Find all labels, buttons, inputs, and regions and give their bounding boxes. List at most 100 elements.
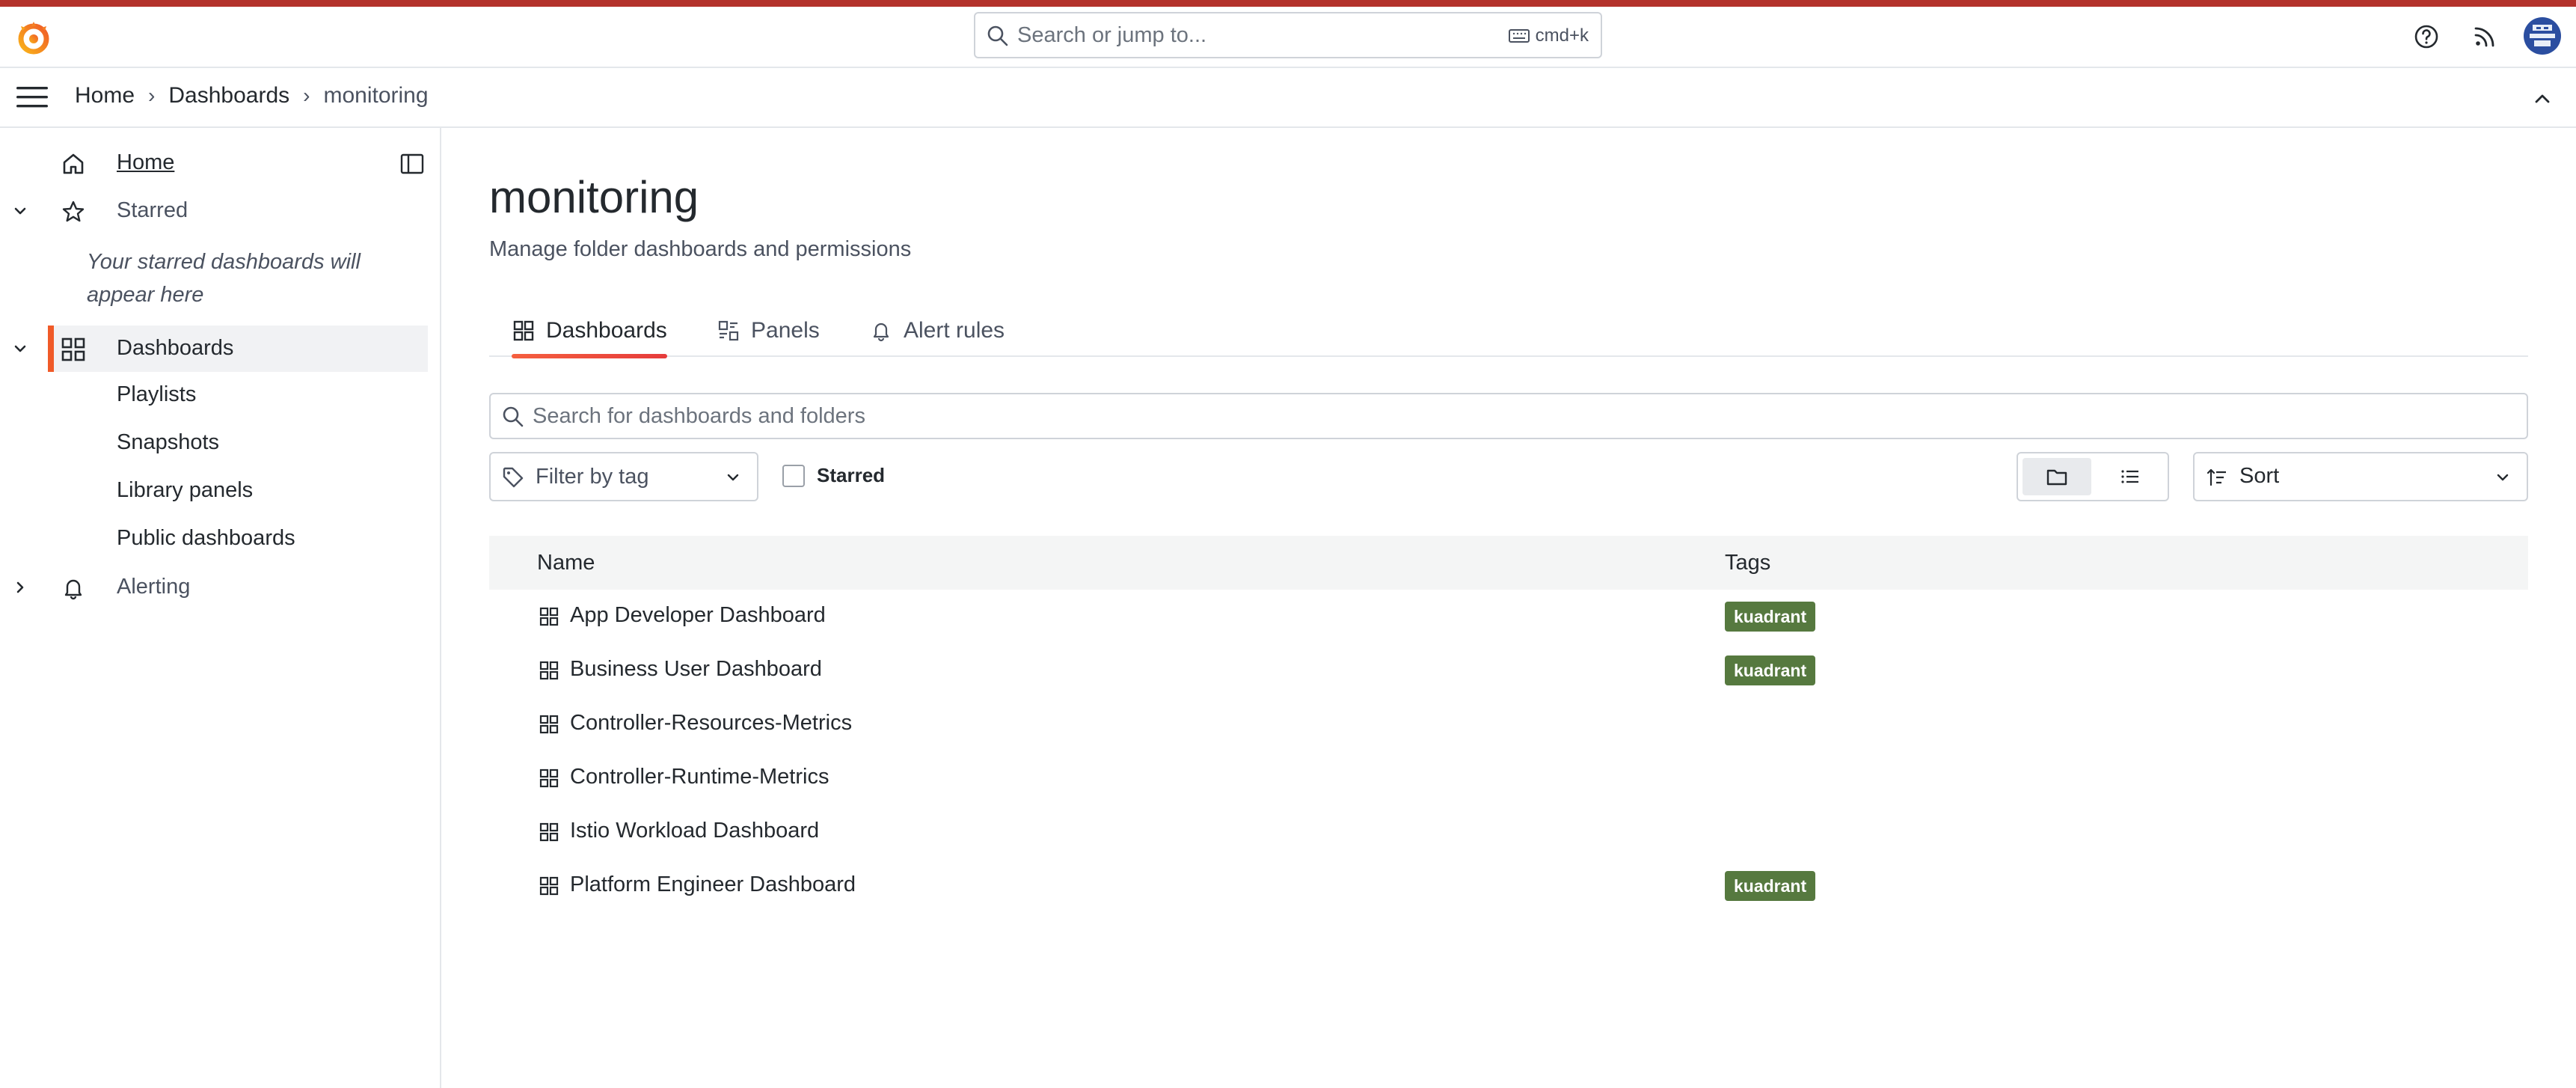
bell-icon [873,323,889,342]
tag-badge[interactable]: kuadrant [1725,655,1816,685]
dashboard-name-link[interactable]: Controller-Resources-Metrics [570,711,852,736]
sidebar-item-label: Home [117,150,175,174]
bell-icon [64,579,82,600]
sidebar-item-snapshots[interactable]: Snapshots [117,430,219,455]
tab-label: Alert rules [904,318,1005,343]
sidebar-item-dashboards[interactable]: Dashboards [48,326,428,372]
panels-icon [718,320,739,341]
sidebar-item-label: Dashboards [117,336,234,360]
home-icon [63,153,84,174]
breadcrumb-dashboards[interactable]: Dashboards [168,83,289,109]
table-row[interactable]: Business User Dashboard kuadrant [489,644,2528,697]
page-title: monitoring [489,172,699,222]
dashboard-grid-icon [61,337,85,361]
tab-panels[interactable]: Panels [717,306,820,355]
dashboard-grid-icon [513,320,534,341]
tab-label: Dashboards [546,318,667,343]
tab-alert-rules[interactable]: Alert rules [869,306,1005,355]
sidebar-item-playlists[interactable]: Playlists [117,382,196,407]
sidebar: Home Starred Your starred dashboards wil… [0,128,441,1088]
top-bar: Search or jump to... cmd+k [0,7,2576,68]
top-accent-stripe [0,0,2576,7]
breadcrumb-separator-icon: › [303,84,310,107]
dashboard-search-input[interactable]: Search for dashboards and folders [489,393,2528,439]
dashboard-grid-icon [539,768,559,788]
dashboard-name-link[interactable]: Platform Engineer Dashboard [570,872,856,897]
dashboard-grid-icon [539,715,559,734]
filter-by-tag-select[interactable]: Filter by tag [489,452,758,501]
breadcrumb-separator-icon: › [148,84,156,107]
table-row[interactable]: Platform Engineer Dashboard kuadrant [489,859,2528,913]
sort-select[interactable]: Sort [2193,452,2528,501]
sidebar-item-home[interactable]: Home [0,140,428,186]
breadcrumb-bar: Home › Dashboards › monitoring [0,68,2576,128]
search-icon [987,25,1008,46]
sidebar-item-library-panels[interactable]: Library panels [117,478,253,503]
table-row[interactable]: Istio Workload Dashboard [489,805,2528,859]
view-mode-toggle [2017,452,2169,501]
dashboard-grid-icon [539,661,559,680]
global-search-input[interactable]: Search or jump to... cmd+k [974,12,1602,58]
tab-label: Panels [751,318,820,343]
avatar-pattern-icon [2530,25,2555,46]
table-row[interactable]: App Developer Dashboard kuadrant [489,590,2528,644]
table-row[interactable]: Controller-Resources-Metrics [489,697,2528,751]
news-feed-icon[interactable] [2470,22,2500,52]
star-icon [62,201,85,222]
tag-icon [503,467,524,488]
sidebar-item-label: Alerting [117,575,191,599]
list-view-button[interactable] [2096,458,2165,495]
chevron-down-icon[interactable] [10,201,30,221]
column-header-tags: Tags [1725,551,1771,575]
breadcrumb-home[interactable]: Home [75,83,135,109]
sort-icon [2207,468,2226,486]
grafana-logo-icon[interactable] [13,17,54,58]
sidebar-item-alerting[interactable]: Alerting [0,564,428,611]
dashboard-grid-icon [539,876,559,896]
column-header-name[interactable]: Name [537,551,595,575]
help-icon[interactable] [2411,22,2441,52]
dashboard-name-link[interactable]: Business User Dashboard [570,657,822,682]
dashboard-grid-icon [539,822,559,842]
active-indicator [48,326,54,372]
menu-icon[interactable] [16,85,48,110]
page-subtitle: Manage folder dashboards and permissions [489,237,912,261]
list-icon [2121,470,2138,483]
dashboard-name-link[interactable]: App Developer Dashboard [570,603,826,628]
tab-dashboards[interactable]: Dashboards [512,306,667,358]
starred-checkbox[interactable] [782,464,805,487]
filter-by-tag-label: Filter by tag [536,465,649,489]
folder-icon [2046,469,2067,486]
user-avatar[interactable] [2524,17,2561,55]
chevron-down-icon [2497,474,2509,481]
table-row[interactable]: Controller-Runtime-Metrics [489,751,2528,805]
chevron-right-icon[interactable] [10,578,30,597]
folder-view-button[interactable] [2023,458,2091,495]
dashboard-grid-icon [539,607,559,626]
keyboard-icon [1508,29,1530,43]
sort-label: Sort [2239,464,2280,488]
chevron-up-icon[interactable] [2530,86,2555,111]
search-placeholder: Search for dashboards and folders [533,404,865,428]
dashboard-name-link[interactable]: Controller-Runtime-Metrics [570,765,829,789]
starred-filter-label: Starred [817,464,886,486]
search-icon [503,406,524,427]
table-header: Name Tags [489,536,2528,590]
tag-badge[interactable]: kuadrant [1725,602,1816,632]
dock-sidebar-icon[interactable] [399,151,425,177]
search-placeholder: Search or jump to... [1017,23,1207,47]
sidebar-item-starred[interactable]: Starred [0,188,428,234]
breadcrumb-current: monitoring [323,83,429,108]
sidebar-item-public-dashboards[interactable]: Public dashboards [117,526,295,551]
chevron-down-icon [727,474,739,481]
tag-badge[interactable]: kuadrant [1725,871,1816,901]
starred-filter[interactable]: Starred [782,464,885,487]
dashboard-name-link[interactable]: Istio Workload Dashboard [570,819,819,843]
sidebar-item-label: Starred [117,198,188,222]
shortcut-text: cmd+k [1535,25,1589,46]
chevron-down-icon[interactable] [10,339,30,358]
breadcrumb: Home › Dashboards › monitoring [75,83,429,109]
starred-empty-message: Your starred dashboards will appear here [87,250,361,307]
shortcut-hint: cmd+k [1508,25,1589,46]
tab-bar: Dashboards Panels Alert rules [489,306,2528,358]
